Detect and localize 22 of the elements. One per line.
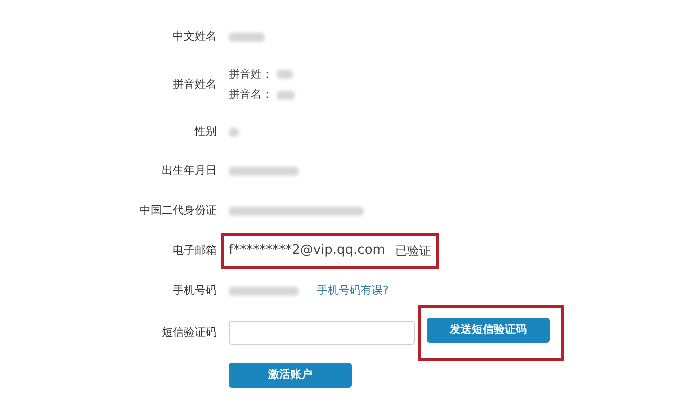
blurred-value [277, 90, 295, 100]
blurred-value [229, 32, 265, 42]
field-label: 拼音姓名 [173, 78, 217, 91]
field-label: 中文姓名 [173, 30, 217, 43]
pinyin-label: 拼音姓： [229, 66, 273, 82]
sms-code-field[interactable] [229, 321, 415, 345]
blurred-value [229, 128, 239, 136]
blurred-value [277, 70, 293, 80]
field-label: 出生年月日 [162, 164, 217, 177]
field-label: 手机号码 [173, 284, 217, 297]
activate-account-button[interactable]: 激活账户 [229, 362, 352, 388]
blurred-value [229, 286, 299, 296]
blurred-value [229, 166, 299, 176]
email-value: f*********2@vip.qq.com [229, 242, 386, 260]
field-label: 性别 [195, 124, 217, 138]
verified-status: 已验证 [395, 243, 432, 260]
field-label: 短信验证码 [162, 326, 217, 339]
field-label: 电子邮箱 [173, 244, 217, 257]
pinyin-label: 拼音名： [229, 87, 273, 103]
wrong-number-link[interactable]: 手机号码有误? [317, 282, 389, 300]
field-label: 中国二代身份证 [140, 204, 217, 217]
send-sms-code-button[interactable]: 发送短信验证码 [427, 318, 550, 343]
